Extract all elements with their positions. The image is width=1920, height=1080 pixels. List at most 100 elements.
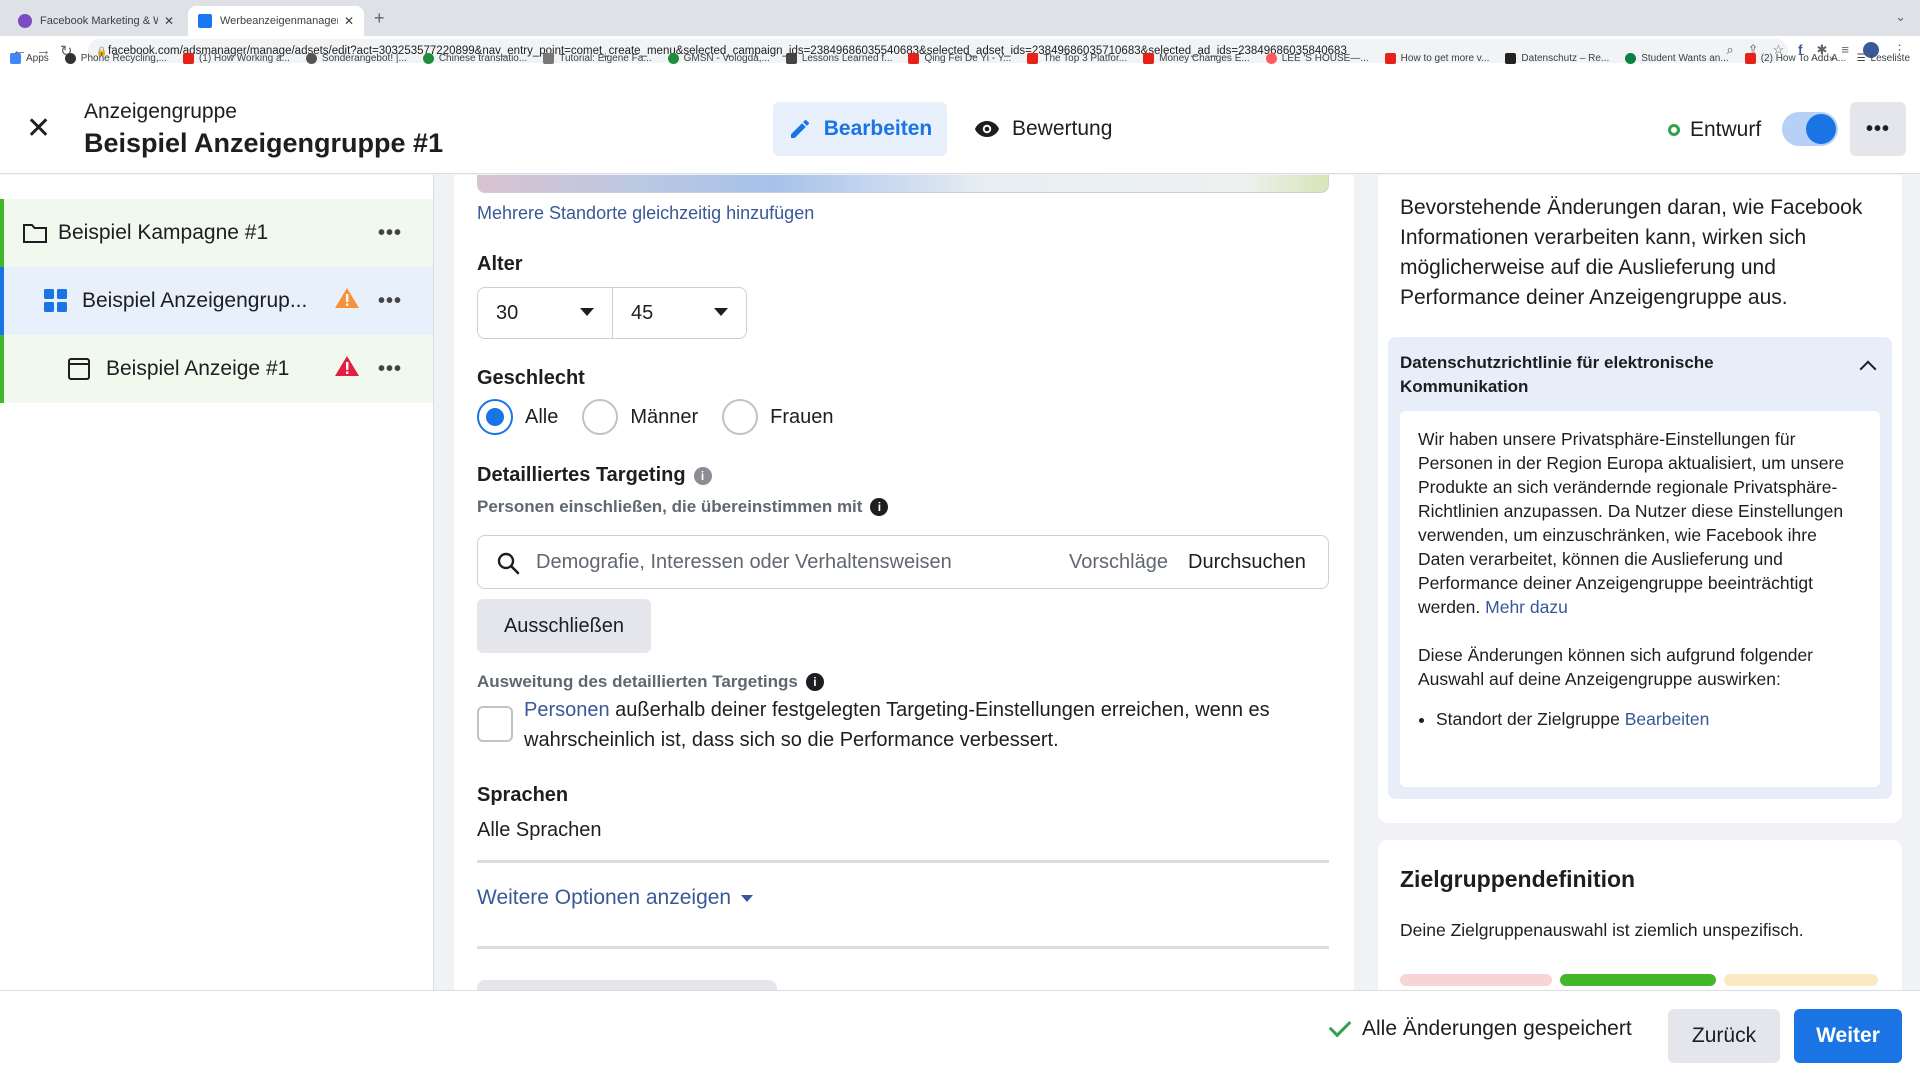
apps-grid-icon bbox=[10, 52, 21, 64]
age-min-select[interactable]: 30 bbox=[477, 287, 613, 339]
ellipsis-icon: ••• bbox=[1865, 117, 1890, 140]
languages-value[interactable]: Alle Sprachen bbox=[477, 819, 602, 842]
youtube-icon bbox=[182, 52, 194, 64]
gender-option-all[interactable]: Alle bbox=[477, 399, 558, 435]
browse-link[interactable]: Durchsuchen bbox=[1188, 551, 1306, 574]
tree-item-label: Beispiel Kampagne #1 bbox=[58, 221, 269, 244]
bookmark-favicon-icon bbox=[422, 52, 434, 64]
list-item: Standort der Zielgruppe Bearbeiten bbox=[1436, 707, 1862, 731]
bookmark-item[interactable]: Lessons Learned f... bbox=[785, 52, 892, 64]
review-button[interactable]: Bewertung bbox=[974, 102, 1112, 156]
youtube-icon bbox=[1027, 52, 1039, 64]
draft-label: Entwurf bbox=[1690, 118, 1762, 141]
grid-icon bbox=[44, 289, 68, 313]
airbnb-icon bbox=[1265, 52, 1277, 64]
eye-icon bbox=[975, 121, 999, 137]
age-max-value: 45 bbox=[631, 301, 654, 324]
tab-close-icon[interactable]: ✕ bbox=[164, 14, 174, 28]
bookmark-item[interactable]: Phone Recycling,... bbox=[64, 52, 167, 64]
more-options-button[interactable]: ••• bbox=[1850, 102, 1906, 156]
reading-list[interactable]: » ☰ Leseliste bbox=[1829, 48, 1910, 68]
bookmark-favicon-icon bbox=[1505, 52, 1517, 64]
bookmark-favicon-icon bbox=[667, 52, 679, 64]
bookmark-favicon-icon bbox=[785, 52, 797, 64]
location-map[interactable] bbox=[477, 175, 1329, 193]
bookmark-apps[interactable]: Apps bbox=[10, 52, 49, 64]
campaign-tree: Beispiel Kampagne #1 ••• Beispiel Anzeig… bbox=[0, 175, 434, 990]
include-label: Personen einschließen, die übereinstimme… bbox=[477, 497, 889, 517]
audience-definition-title: Zielgruppendefinition bbox=[1400, 866, 1636, 892]
add-multiple-locations-link[interactable]: Mehrere Standorte gleichzeitig hinzufüge… bbox=[477, 203, 814, 224]
targeting-expansion-checkbox[interactable] bbox=[477, 706, 513, 742]
gender-option-women[interactable]: Frauen bbox=[722, 399, 834, 435]
footer-bar: Alle Änderungen gespeichert Zurück Weite… bbox=[0, 990, 1920, 1080]
bookmark-item[interactable]: Money Changes E... bbox=[1143, 52, 1250, 64]
search-placeholder: Demografie, Interessen oder Verhaltenswe… bbox=[536, 550, 952, 573]
gender-option-men[interactable]: Männer bbox=[582, 399, 698, 435]
audience-meter-broad bbox=[1724, 974, 1878, 986]
info-icon[interactable]: i bbox=[693, 466, 712, 485]
tree-item-adset[interactable]: Beispiel Anzeigengrup... ••• bbox=[0, 267, 433, 335]
edit-button[interactable]: Bearbeiten bbox=[773, 102, 947, 156]
caret-down-icon bbox=[741, 894, 754, 902]
page-title: Beispiel Anzeigengruppe #1 bbox=[84, 128, 444, 158]
adset-toggle[interactable] bbox=[1782, 112, 1838, 146]
age-min-value: 30 bbox=[496, 301, 519, 324]
bookmark-item[interactable]: The Top 3 Platfor... bbox=[1027, 52, 1127, 64]
divider bbox=[477, 860, 1329, 863]
exclude-button[interactable]: Ausschließen bbox=[477, 599, 651, 653]
chevron-up-icon[interactable] bbox=[1859, 360, 1877, 378]
chevron-right-icon: » bbox=[1829, 52, 1835, 64]
browser-tab[interactable]: Facebook Marketing & Werbea ✕ bbox=[8, 6, 184, 36]
edit-label: Bearbeiten bbox=[823, 117, 933, 140]
saved-status: Alle Änderungen gespeichert bbox=[1328, 1014, 1632, 1041]
ellipsis-icon[interactable]: ••• bbox=[378, 358, 402, 381]
bookmark-item[interactable]: Datenschutz – Re... bbox=[1505, 52, 1609, 64]
radio-button[interactable] bbox=[582, 399, 619, 435]
bookmark-item[interactable]: (1) How Working a... bbox=[182, 52, 290, 64]
bookmark-item[interactable]: Student Wants an... bbox=[1625, 52, 1729, 64]
bookmark-item[interactable]: Chinese translatio... bbox=[422, 52, 527, 64]
people-link[interactable]: Personen bbox=[524, 699, 610, 721]
bookmark-item[interactable]: LEE 'S HOUSE—... bbox=[1265, 52, 1369, 64]
youtube-icon bbox=[1744, 52, 1756, 64]
next-button[interactable]: Weiter bbox=[1794, 1009, 1902, 1063]
next-section-stub bbox=[477, 980, 777, 990]
review-label: Bewertung bbox=[1012, 117, 1113, 140]
suggestions-link[interactable]: Vorschläge bbox=[1069, 551, 1168, 574]
show-more-options-link[interactable]: Weitere Optionen anzeigen bbox=[477, 886, 754, 910]
bookmark-item[interactable]: Qing Fei De Yi - Y... bbox=[908, 52, 1011, 64]
audience-definition-card: Zielgruppendefinition Deine Zielgruppena… bbox=[1378, 840, 1902, 990]
page-subtitle: Anzeigengruppe bbox=[84, 100, 237, 123]
age-label: Alter bbox=[477, 253, 523, 275]
ellipsis-icon[interactable]: ••• bbox=[378, 222, 402, 245]
bookmark-item[interactable]: How to get more v... bbox=[1384, 52, 1489, 64]
tab-search-icon[interactable]: ⌄ bbox=[1895, 9, 1906, 25]
bookmark-item[interactable]: GMSN - Vologda,... bbox=[667, 52, 770, 64]
privacy-accordion: Datenschutzrichtlinie für elektronische … bbox=[1388, 337, 1892, 799]
learn-more-link[interactable]: Mehr dazu bbox=[1485, 597, 1568, 617]
radio-button[interactable] bbox=[477, 399, 513, 435]
youtube-icon bbox=[1143, 52, 1155, 64]
info-icon[interactable]: i bbox=[870, 498, 889, 516]
bookmark-item[interactable]: Sonderangebot! |... bbox=[305, 52, 407, 64]
targeting-search-input[interactable]: Demografie, Interessen oder Verhaltenswe… bbox=[477, 535, 1329, 589]
new-tab-icon[interactable]: + bbox=[374, 8, 385, 29]
browser-tab-active[interactable]: Werbeanzeigenmanager - Wer ✕ bbox=[188, 6, 364, 36]
tree-item-campaign[interactable]: Beispiel Kampagne #1 ••• bbox=[0, 199, 433, 267]
age-max-select[interactable]: 45 bbox=[613, 287, 747, 339]
error-icon[interactable] bbox=[334, 355, 360, 383]
tree-item-ad[interactable]: Beispiel Anzeige #1 ••• bbox=[0, 335, 433, 403]
bookmark-item[interactable]: Tutorial: Eigene Fa... bbox=[543, 52, 652, 64]
back-button[interactable]: Zurück bbox=[1668, 1009, 1780, 1063]
radio-button[interactable] bbox=[722, 399, 759, 435]
tab-close-icon[interactable]: ✕ bbox=[344, 14, 354, 28]
edit-location-link[interactable]: Bearbeiten bbox=[1625, 709, 1710, 729]
targeting-expansion-label: Ausweitung des detaillierten Targetings i bbox=[477, 672, 824, 692]
ellipsis-icon[interactable]: ••• bbox=[378, 290, 402, 313]
warning-icon[interactable] bbox=[334, 287, 360, 315]
languages-label: Sprachen bbox=[477, 784, 569, 806]
close-icon[interactable]: ✕ bbox=[26, 114, 51, 144]
privacy-accordion-title[interactable]: Datenschutzrichtlinie für elektronische … bbox=[1400, 351, 1840, 399]
info-icon[interactable]: i bbox=[805, 673, 824, 691]
